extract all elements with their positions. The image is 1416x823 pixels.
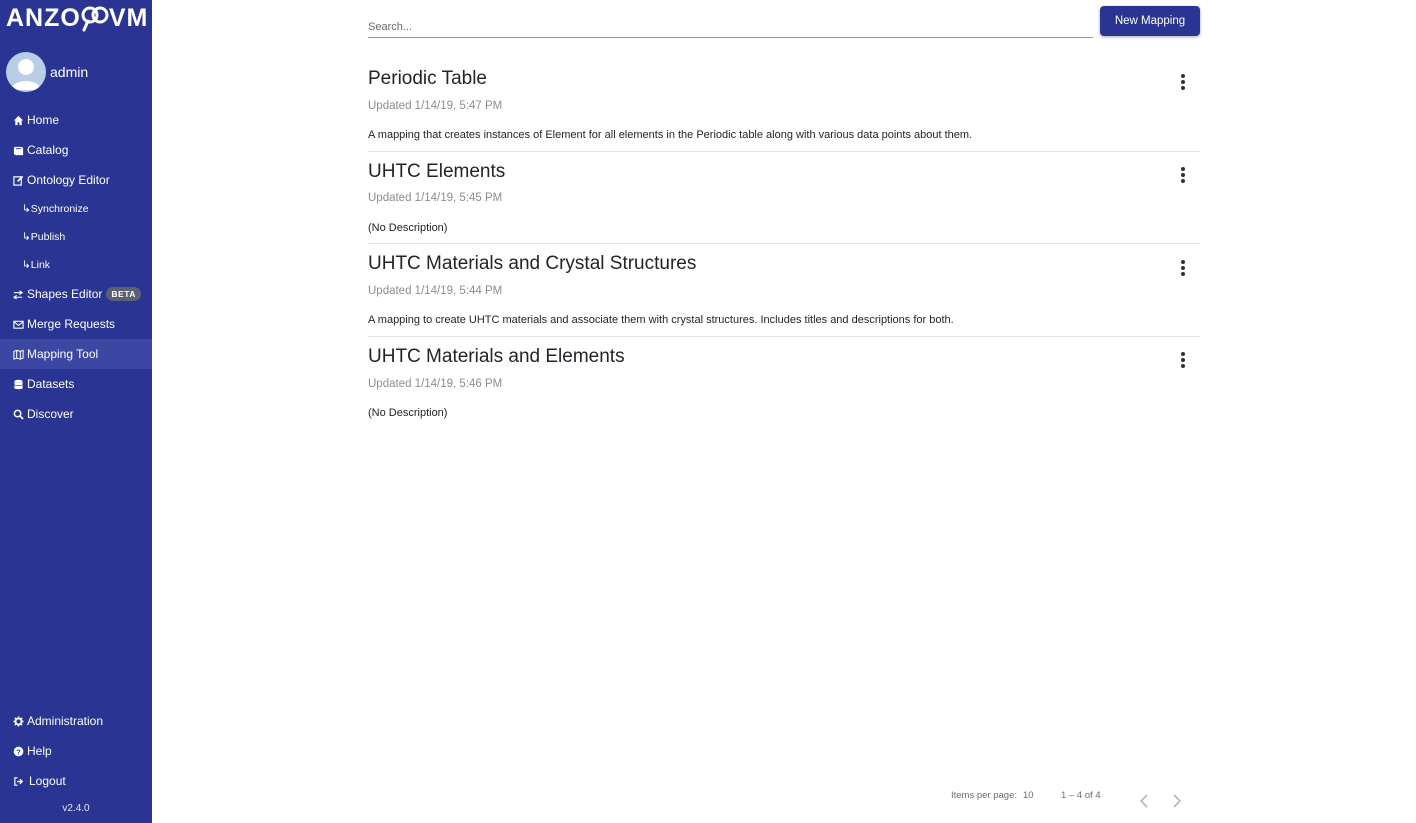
app-logo[interactable]: ANZO VM [6, 3, 148, 33]
sidebar: ANZO VM admin Home Catalog Ontology Edit… [0, 0, 152, 823]
sidebar-item-link[interactable]: ↳Link [0, 251, 152, 279]
sidebar-item-logout[interactable]: Logout [0, 766, 152, 796]
divider [368, 151, 1200, 152]
sidebar-item-label: ↳Link [22, 259, 51, 271]
mapping-title[interactable]: UHTC Materials and Elements [368, 346, 625, 368]
envelope-icon [12, 318, 24, 330]
home-icon [12, 114, 24, 126]
logout-icon [12, 775, 24, 787]
sidebar-item-label: ↳Publish [22, 231, 66, 243]
more-vert-icon[interactable] [1175, 350, 1191, 370]
mapping-updated: Updated 1/14/19, 5:45 PM [368, 192, 503, 204]
logo-text-left: ANZO [6, 3, 81, 32]
sidebar-item-help[interactable]: ? Help [0, 736, 152, 766]
divider [368, 243, 1200, 244]
sidebar-item-catalog[interactable]: Catalog [0, 135, 152, 165]
sidebar-item-label: Home [27, 113, 60, 127]
sidebar-item-publish[interactable]: ↳Publish [0, 223, 152, 251]
sidebar-item-label: Discover [27, 407, 74, 421]
beta-badge: BETA [106, 287, 141, 301]
divider [368, 336, 1200, 337]
sidebar-item-merge-requests[interactable]: Merge Requests [0, 309, 152, 339]
more-vert-icon[interactable] [1175, 72, 1191, 92]
search-field [368, 13, 1093, 38]
sidebar-item-label: Shapes Editor [27, 287, 103, 301]
mapping-title[interactable]: UHTC Elements [368, 161, 505, 183]
search-icon [12, 408, 24, 420]
more-vert-icon[interactable] [1175, 258, 1191, 278]
edit-icon [12, 174, 24, 186]
sidebar-item-label: Help [27, 744, 52, 758]
chevron-right-icon [1173, 794, 1182, 808]
previous-page-button[interactable] [1137, 792, 1151, 810]
new-mapping-button[interactable]: New Mapping [1100, 6, 1200, 36]
sidebar-item-shapes-editor[interactable]: Shapes Editor BETA [0, 279, 152, 309]
next-page-button[interactable] [1170, 792, 1184, 810]
sidebar-item-administration[interactable]: Administration [0, 706, 152, 736]
mapping-description: A mapping to create UHTC materials and a… [368, 314, 954, 326]
sidebar-item-label: Administration [27, 714, 104, 728]
items-per-page-label: Items per page: [951, 790, 1018, 801]
sidebar-item-datasets[interactable]: Datasets [0, 369, 152, 399]
mapping-title[interactable]: Periodic Table [368, 68, 487, 90]
sidebar-bottom-nav: Administration ? Help Logout [0, 706, 152, 796]
mapping-description: (No Description) [368, 222, 448, 234]
sidebar-item-label: Ontology Editor [27, 173, 110, 187]
logo-magnifier-icon [80, 5, 110, 32]
logo-text-right: VM [108, 3, 149, 32]
mapping-title[interactable]: UHTC Materials and Crystal Structures [368, 253, 696, 275]
mapping-description: A mapping that creates instances of Elem… [368, 129, 973, 141]
question-icon: ? [12, 745, 24, 757]
user-profile[interactable]: admin [6, 52, 88, 92]
sidebar-item-discover[interactable]: Discover [0, 399, 152, 429]
mapping-updated: Updated 1/14/19, 5:46 PM [368, 378, 503, 390]
database-icon [12, 378, 24, 390]
svg-text:?: ? [16, 747, 21, 756]
mapping-description: (No Description) [368, 407, 448, 419]
map-icon [12, 348, 24, 360]
items-per-page-select[interactable]: 10 [1023, 790, 1034, 801]
search-input[interactable] [368, 13, 1093, 37]
page-range-label: 1 – 4 of 4 [1061, 790, 1101, 801]
chevron-left-icon [1139, 794, 1148, 808]
mapping-updated: Updated 1/14/19, 5:47 PM [368, 100, 503, 112]
sidebar-item-label: Datasets [27, 377, 75, 391]
book-icon [12, 144, 24, 156]
sidebar-item-mapping-tool[interactable]: Mapping Tool [0, 339, 152, 369]
sidebar-item-ontology-editor[interactable]: Ontology Editor [0, 165, 152, 195]
more-vert-icon[interactable] [1175, 165, 1191, 185]
sidebar-item-label: Merge Requests [27, 317, 116, 331]
mapping-updated: Updated 1/14/19, 5:44 PM [368, 285, 503, 297]
sidebar-item-label: Catalog [27, 143, 69, 157]
gear-icon [12, 715, 24, 727]
sidebar-item-synchronize[interactable]: ↳Synchronize [0, 195, 152, 223]
avatar [6, 52, 46, 92]
sidebar-nav: Home Catalog Ontology Editor ↳Synchroniz… [0, 105, 152, 429]
sidebar-item-label: Logout [29, 774, 66, 788]
shapes-icon [12, 288, 24, 300]
user-name: admin [50, 64, 89, 80]
app-version: v2.4.0 [62, 803, 90, 814]
sidebar-item-home[interactable]: Home [0, 105, 152, 135]
sidebar-item-label: ↳Synchronize [22, 203, 89, 215]
sidebar-item-label: Mapping Tool [27, 347, 99, 361]
